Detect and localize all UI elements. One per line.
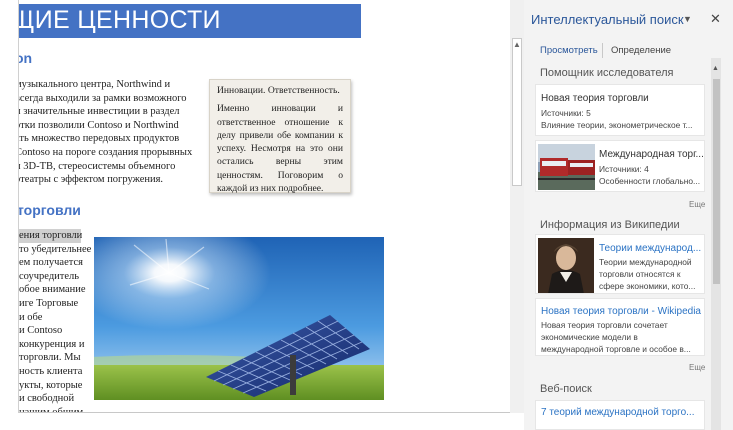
card-line: торговли относятся к <box>599 269 681 279</box>
paragraph-1-line: и 3D-ТВ, стерео­системы объемного <box>18 160 176 172</box>
more-link-research[interactable]: Еще <box>689 200 705 209</box>
portrait-thumbnail-image <box>538 238 594 293</box>
tab-browse[interactable]: Просмотреть <box>540 45 598 56</box>
document-scrollbar[interactable] <box>512 38 522 186</box>
note-body: Именно инновации и ответственное отношен… <box>217 103 343 195</box>
document-title: ЩИЕ ЦЕННОСТИ <box>18 6 221 34</box>
section-heading-2: торговли <box>18 202 81 218</box>
pane-title: Интеллектуальный поиск <box>531 12 684 27</box>
card-title[interactable]: Новая теория торговли - Wikipedia <box>541 306 701 317</box>
paragraph-2-line: ем получается <box>19 257 83 269</box>
paragraph-2-line: ения торговли <box>19 229 83 243</box>
card-line: Источники: 5 <box>541 108 591 118</box>
solar-panel-image[interactable] <box>94 237 384 400</box>
card-title[interactable]: 7 теорий международной торго... <box>541 407 694 418</box>
sidebar-note[interactable]: Инновации. Ответственность. Именно иннов… <box>209 79 351 195</box>
paragraph-2-line: и свободной <box>19 393 75 405</box>
section-label-wikipedia: Информация из Википедии <box>540 219 680 231</box>
paragraph-1-line: всегда выходили за рамки возможного <box>18 92 187 104</box>
card-title: Новая теория торговли <box>541 93 649 104</box>
paragraph-2: ения торговли то убедительнее ем получаетс… <box>19 229 92 413</box>
card-line: Источники: 4 <box>599 164 649 174</box>
paragraph-2-line: конкуренция и <box>19 338 85 350</box>
section-label-web: Веб-поиск <box>540 383 592 395</box>
card-title: Международная торг... <box>599 149 704 160</box>
card-line: Теории международной <box>599 257 692 267</box>
paragraph-1-line: и значительные инвестиции в раздел <box>18 106 180 118</box>
paragraph-1-line: отки позволили Contoso и Northwind <box>18 119 179 131</box>
document-page[interactable]: ЩИЕ ЦЕННОСТИ on музыкального центра, Nor… <box>18 0 510 413</box>
pane-scrollbar-thumb[interactable] <box>713 79 720 284</box>
paragraph-1-line: музыкального центра, Northwind и <box>18 79 171 90</box>
paragraph-2-line: обое внимание <box>19 284 86 296</box>
wiki-card-2[interactable]: Новая теория торговли - Wikipedia Новая … <box>535 298 705 356</box>
paragraph-2-line: иге Торговые <box>19 297 79 309</box>
note-title: Инновации. Ответственность. <box>217 85 340 96</box>
scroll-up-arrow-icon[interactable]: ▲ <box>712 65 719 72</box>
paragraph-2-line: то убедительнее <box>19 243 92 255</box>
train-thumbnail-image <box>538 144 595 190</box>
paragraph-1-line: отеатры с эффектом погружения. <box>18 174 164 186</box>
paragraph-2-line: нашим общим <box>19 406 84 413</box>
paragraph-2-line: ность клиента <box>19 365 83 377</box>
research-card-2[interactable]: Международная торг... Источники: 4 Особе… <box>535 140 705 192</box>
card-title[interactable]: Теории международ... <box>599 243 701 254</box>
card-line: Влияние теории, эконометрическое т... <box>541 120 693 130</box>
card-line: сфере экономики, кото... <box>599 281 696 291</box>
paragraph-2-line: соучредитель <box>19 270 80 282</box>
paragraph-2-line: укты, которые <box>19 379 83 391</box>
card-line: Новая теория торговли сочетает <box>541 320 668 330</box>
paragraph-2-line: и обе <box>19 311 43 323</box>
section-heading-1: on <box>19 50 33 66</box>
paragraph-1-line: Contoso на пороге создания прорывных <box>18 146 193 158</box>
card-line: экономические модели в <box>541 332 638 342</box>
card-line: международной торговле и особое в... <box>541 344 691 354</box>
wiki-card-1[interactable]: Теории международ... Теории международно… <box>535 234 705 294</box>
title-banner: ЩИЕ ЦЕННОСТИ <box>19 4 361 38</box>
tab-divider <box>602 43 603 58</box>
tab-definition[interactable]: Определение <box>611 45 671 56</box>
paragraph-1: музыкального центра, Northwind и всегда в… <box>18 78 193 187</box>
close-icon[interactable]: ✕ <box>710 11 721 27</box>
paragraph-2-line: торговли. Мы <box>19 352 81 364</box>
more-link-wikipedia[interactable]: Еще <box>689 363 705 372</box>
research-card-1[interactable]: Новая теория торговли Источники: 5 Влиян… <box>535 84 705 136</box>
paragraph-2-line: и Contoso <box>19 325 63 337</box>
section-label-research: Помощник исследователя <box>540 67 674 79</box>
scroll-up-arrow-icon[interactable]: ▲ <box>513 40 521 49</box>
smart-lookup-pane: Интеллектуальный поиск ▼ ✕ Просмотреть О… <box>524 0 733 430</box>
chevron-down-icon[interactable]: ▼ <box>683 14 692 24</box>
web-result-card[interactable]: 7 теорий международной торго... <box>535 400 705 430</box>
paragraph-1-line: ать множество передовых продуктов <box>18 133 180 145</box>
card-line: Особенности глобально... <box>599 176 701 186</box>
app-window: ЩИЕ ЦЕННОСТИ on музыкального центра, Nor… <box>0 0 733 430</box>
